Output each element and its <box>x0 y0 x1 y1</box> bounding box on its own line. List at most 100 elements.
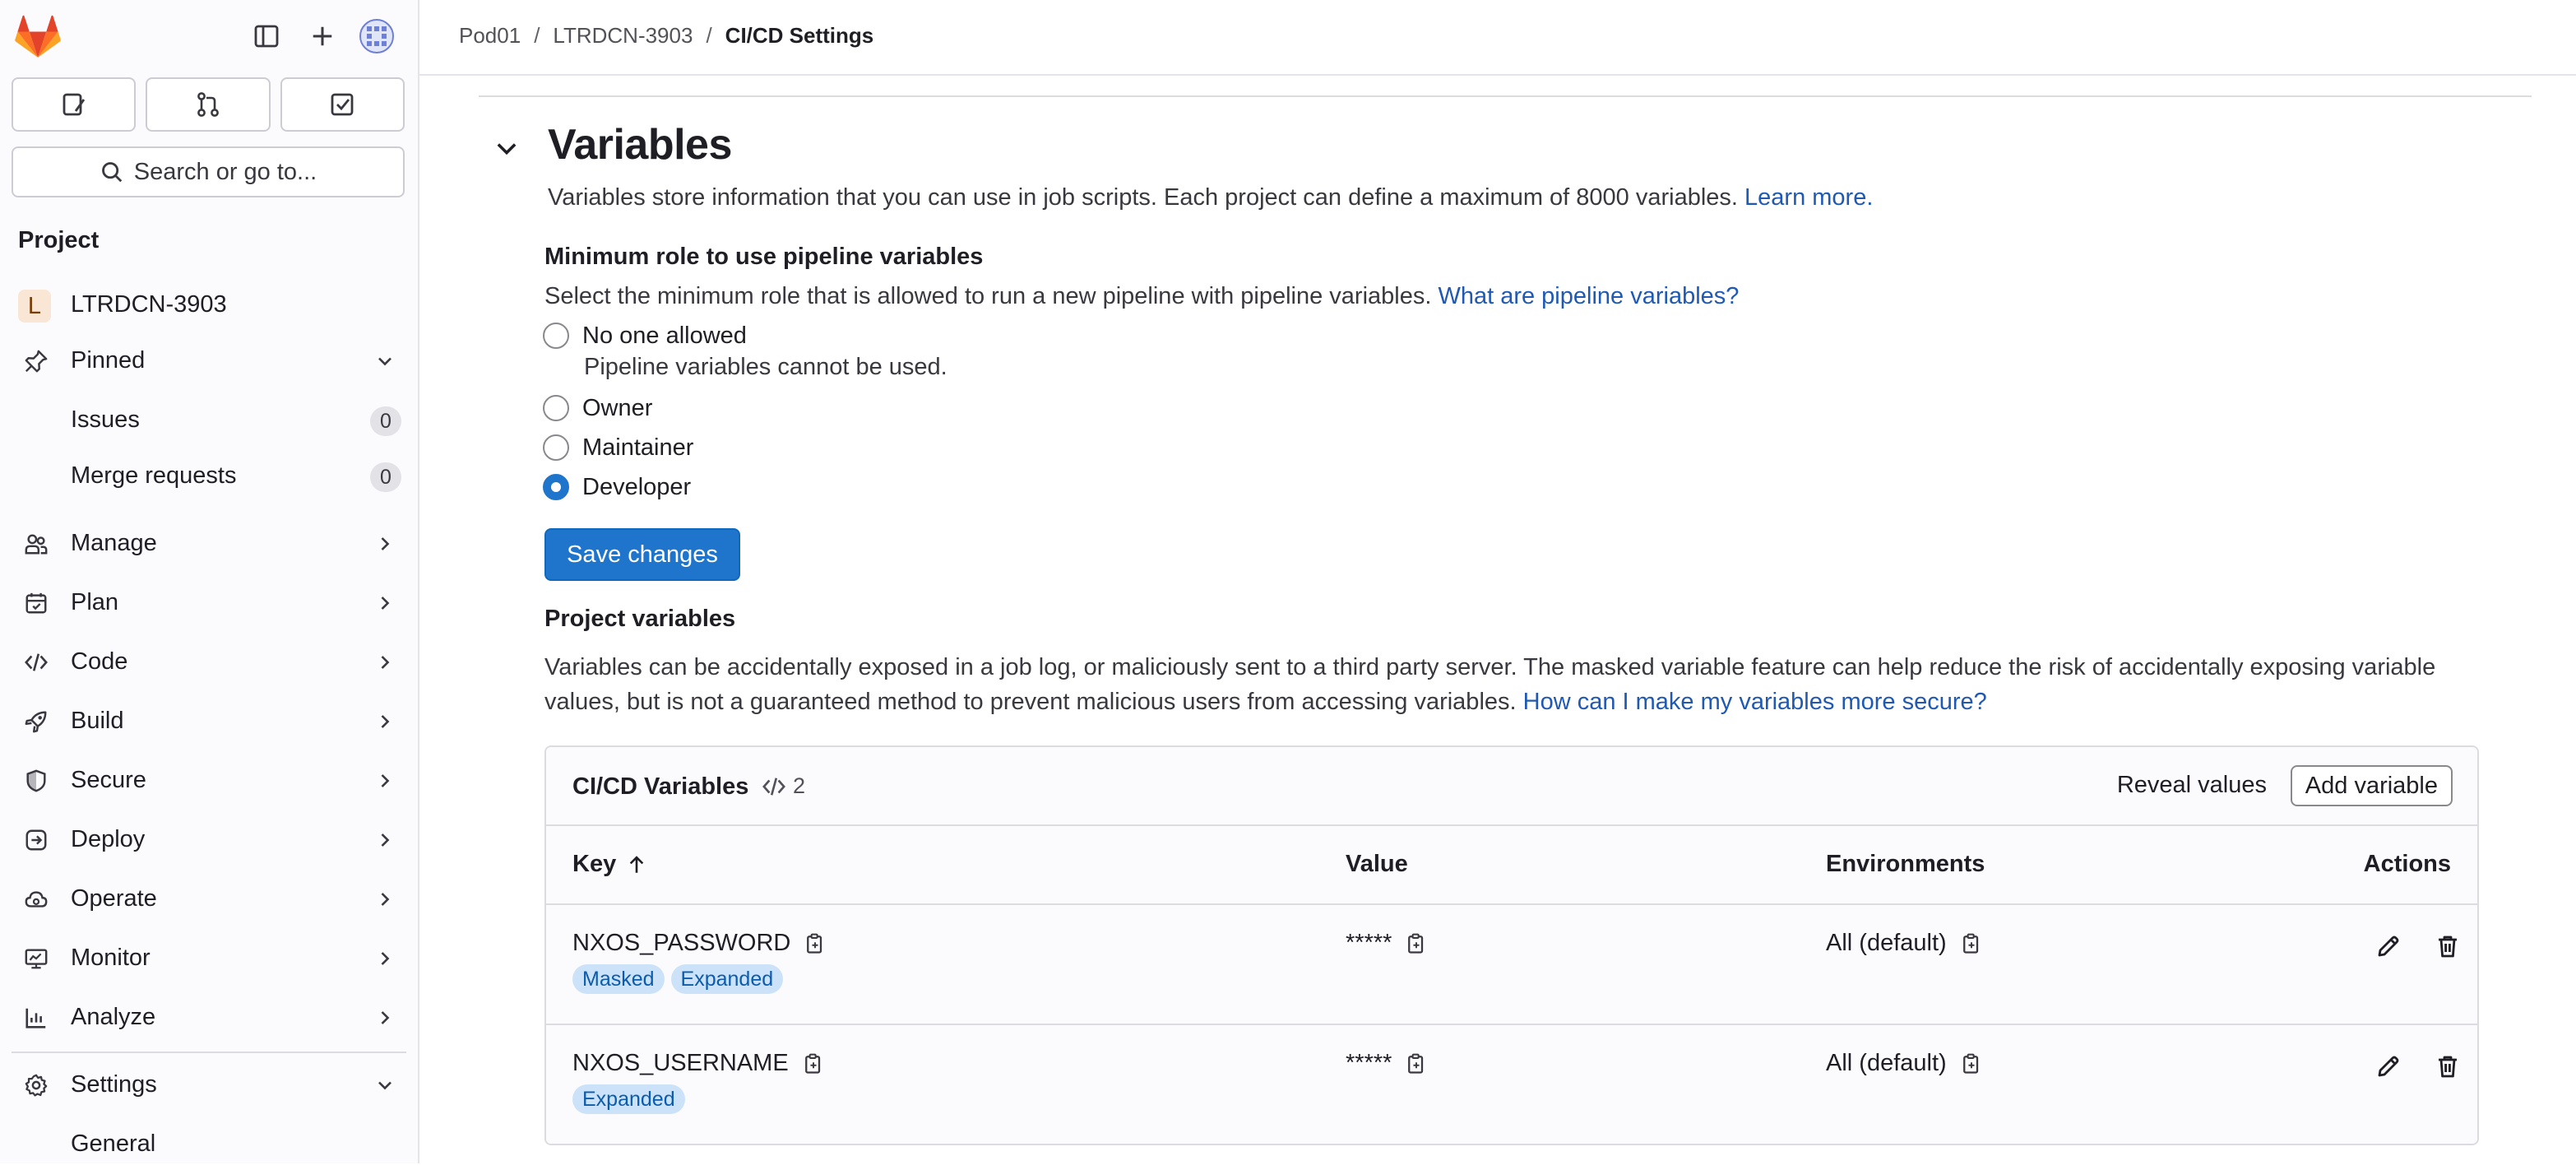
learn-more-link[interactable]: Learn more. <box>1744 184 1873 211</box>
project-variables-label: Project variables <box>544 606 736 632</box>
variable-badges: Masked Expanded <box>572 964 784 994</box>
column-header-environments: Environments <box>1826 851 1985 877</box>
search-label: Search or go to... <box>133 158 317 185</box>
sidebar-item-secure[interactable]: Secure <box>12 755 406 806</box>
chevron-down-icon <box>378 357 391 366</box>
section-divider <box>479 95 2532 97</box>
sidebar-item-label: General <box>71 1131 156 1157</box>
copy-icon[interactable] <box>802 1052 825 1075</box>
sidebar-item-label: Merge requests <box>71 462 237 489</box>
sidebar-item-code[interactable]: Code <box>12 637 406 688</box>
project-avatar: L <box>18 290 51 323</box>
pencil-icon <box>2378 1056 2399 1077</box>
edit-variable-button[interactable] <box>2374 931 2403 961</box>
variable-badges: Expanded <box>572 1084 685 1114</box>
sidebar-item-label: Plan <box>71 589 119 615</box>
table-header: Key Value Environments Actions <box>546 826 2477 905</box>
chevron-right-icon <box>381 597 390 610</box>
sidebar-project-link[interactable]: L LTRDCN-3903 <box>12 280 406 331</box>
sidebar-item-manage[interactable]: Manage <box>12 518 406 569</box>
add-variable-button[interactable]: Add variable <box>2290 765 2453 806</box>
sidebar-pinned-label: Pinned <box>71 347 146 374</box>
sidebar-item-monitor[interactable]: Monitor <box>12 933 406 984</box>
sidebar-item-plan[interactable]: Plan <box>12 578 406 629</box>
sidebar-item-label: Operate <box>71 885 157 912</box>
sidebar-item-label: Build <box>71 708 124 734</box>
copy-icon[interactable] <box>1960 1052 1983 1075</box>
chevron-right-icon <box>381 715 390 728</box>
merge-requests-button[interactable] <box>146 77 271 132</box>
radio-label: Maintainer <box>582 434 694 461</box>
sidebar-toggle-icon[interactable] <box>248 18 285 54</box>
radio-option-maintainer[interactable]: Maintainer <box>543 431 693 464</box>
radio-option-no-one-allowed[interactable]: No one allowed <box>543 319 747 352</box>
issues-icon <box>63 93 85 116</box>
sidebar-item-label: Monitor <box>71 945 151 971</box>
sidebar-item-deploy[interactable]: Deploy <box>12 815 406 866</box>
sidebar-settings-toggle[interactable]: Settings <box>12 1060 406 1111</box>
breadcrumb-item-current[interactable]: CI/CD Settings <box>725 23 874 49</box>
sidebar-header <box>0 0 418 74</box>
copy-icon[interactable] <box>1405 1052 1428 1075</box>
min-role-description-text: Select the minimum role that is allowed … <box>544 283 1432 309</box>
sidebar-item-issues[interactable]: Issues 0 <box>12 395 406 446</box>
sidebar: Search or go to... Project L LTRDCN-3903… <box>0 0 419 1163</box>
search-button[interactable]: Search or go to... <box>12 146 405 197</box>
user-avatar-icon[interactable] <box>359 18 395 54</box>
sidebar-pinned-toggle[interactable]: Pinned <box>12 336 406 387</box>
collapse-section-chevron-icon[interactable] <box>492 133 521 163</box>
chevron-right-icon <box>381 893 390 906</box>
breadcrumb-item-group[interactable]: Pod01 <box>459 23 521 49</box>
copy-icon[interactable] <box>1405 932 1428 955</box>
cloud-gear-icon <box>23 886 49 912</box>
card-title: CI/CD Variables <box>572 773 749 800</box>
sidebar-item-build[interactable]: Build <box>12 696 406 747</box>
column-header-key[interactable]: Key <box>572 851 647 878</box>
radio-option-developer[interactable]: Developer <box>543 471 691 504</box>
code-icon <box>762 777 785 796</box>
variable-value-cell: ***** <box>1346 930 1428 957</box>
sidebar-item-operate[interactable]: Operate <box>12 874 406 925</box>
table-row: NXOS_PASSWORD Masked Expanded ***** All … <box>546 905 2477 1025</box>
delete-variable-button[interactable] <box>2433 1052 2462 1081</box>
variables-description: Variables store information that you can… <box>548 184 1873 211</box>
radio-button-checked[interactable] <box>543 474 569 500</box>
sidebar-item-general[interactable]: General <box>12 1119 406 1170</box>
chart-icon <box>23 1005 49 1031</box>
radio-button[interactable] <box>543 323 569 349</box>
table-row: NXOS_USERNAME Expanded ***** All (defaul… <box>546 1025 2477 1144</box>
save-changes-button[interactable]: Save changes <box>544 528 740 581</box>
pipeline-variables-help-link[interactable]: What are pipeline variables? <box>1438 283 1739 309</box>
copy-icon[interactable] <box>804 932 827 955</box>
pencil-icon <box>2378 936 2399 957</box>
variable-value: ***** <box>1346 1050 1392 1076</box>
project-name: LTRDCN-3903 <box>71 291 227 318</box>
radio-option-owner[interactable]: Owner <box>543 392 652 425</box>
delete-variable-button[interactable] <box>2433 931 2462 961</box>
gear-icon <box>23 1072 49 1098</box>
copy-icon[interactable] <box>1960 932 1983 955</box>
gitlab-logo-icon[interactable] <box>15 15 61 59</box>
sidebar-item-merge-requests[interactable]: Merge requests 0 <box>12 451 406 502</box>
radio-button[interactable] <box>543 434 569 461</box>
variable-value-cell: ***** <box>1346 1050 1428 1077</box>
chevron-right-icon <box>381 1011 390 1024</box>
cicd-variables-card: CI/CD Variables 2 Reveal values Add vari… <box>544 745 2479 1145</box>
reveal-values-button[interactable]: Reveal values <box>2117 772 2267 799</box>
chevron-right-icon <box>381 537 390 550</box>
sidebar-item-label: Manage <box>71 530 157 556</box>
radio-label: Owner <box>582 394 653 421</box>
assigned-issues-button[interactable] <box>12 77 137 132</box>
breadcrumb-item-project[interactable]: LTRDCN-3903 <box>553 23 693 49</box>
page-title: Variables <box>548 121 732 169</box>
chevron-right-icon <box>381 774 390 787</box>
sidebar-item-analyze[interactable]: Analyze <box>12 992 406 1043</box>
variables-description-text: Variables store information that you can… <box>548 184 1738 211</box>
create-new-icon[interactable] <box>304 18 341 54</box>
expanded-badge: Expanded <box>572 1084 685 1114</box>
edit-variable-button[interactable] <box>2374 1052 2403 1081</box>
todo-list-button[interactable] <box>280 77 405 132</box>
calendar-icon <box>23 590 49 616</box>
secure-variables-help-link[interactable]: How can I make my variables more secure? <box>1523 689 1987 715</box>
radio-button[interactable] <box>543 395 569 421</box>
